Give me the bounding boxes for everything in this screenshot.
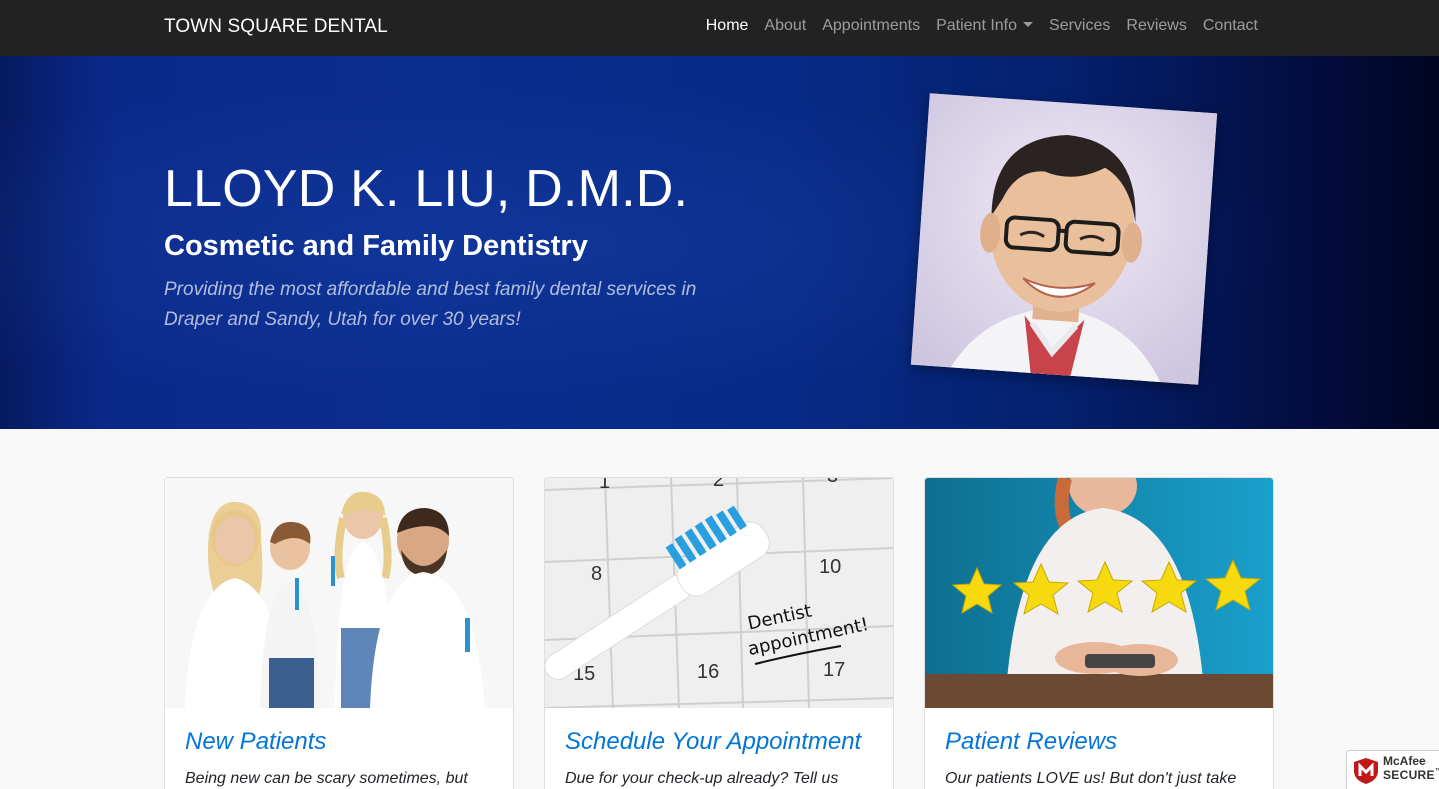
- calendar-day-17: 17: [823, 659, 845, 681]
- family-photo: [165, 478, 513, 708]
- five-star-rating-photo: [925, 478, 1273, 708]
- hero-title: LLOYD K. LIU, D.M.D.: [164, 160, 689, 218]
- calendar-day-2: 2: [713, 478, 724, 491]
- card-text-schedule-appointment: Due for your check-up already? Tell us: [565, 770, 839, 787]
- card-schedule-appointment: 1 2 3 8 10 15 16 17 D: [544, 477, 894, 789]
- dentist-portrait-photo: [910, 93, 1218, 385]
- five-star-illustration: [925, 478, 1273, 708]
- nav-appointments[interactable]: Appointments: [814, 17, 928, 35]
- mcafee-shield-icon: [1354, 758, 1378, 784]
- top-navbar: TOWN SQUARE DENTAL Home About Appointmen…: [0, 0, 1439, 56]
- caret-down-icon: [1023, 22, 1034, 27]
- calendar-day-10: 10: [819, 556, 841, 578]
- card-title-new-patients[interactable]: New Patients: [185, 728, 326, 756]
- nav-patient-info-label: Patient Info: [936, 17, 1018, 34]
- card-text-patient-reviews: Our patients LOVE us! But don't just tak…: [945, 770, 1237, 787]
- mcafee-secure-text: SECURE™: [1383, 768, 1439, 782]
- mcafee-secure-badge[interactable]: McAfee SECURE™: [1346, 750, 1439, 789]
- card-patient-reviews: Patient Reviews Our patients LOVE us! Bu…: [924, 477, 1274, 789]
- hero-tagline: Providing the most affordable and best f…: [164, 279, 697, 330]
- hero-banner: LLOYD K. LIU, D.M.D. Cosmetic and Family…: [0, 56, 1439, 429]
- calendar-day-3: 3: [827, 478, 838, 487]
- card-text-new-patients: Being new can be scary sometimes, but: [185, 770, 468, 787]
- card-title-schedule-appointment[interactable]: Schedule Your Appointment: [565, 728, 861, 756]
- calendar-day-16: 16: [697, 661, 719, 683]
- nav-contact[interactable]: Contact: [1195, 17, 1266, 35]
- mcafee-brand-text: McAfee: [1383, 754, 1426, 768]
- nav-home[interactable]: Home: [698, 17, 757, 35]
- nav-reviews[interactable]: Reviews: [1118, 17, 1194, 35]
- mcafee-tm-mark: ™: [1434, 768, 1439, 775]
- nav-links: Home About Appointments Patient Info Ser…: [698, 17, 1266, 35]
- card-title-patient-reviews[interactable]: Patient Reviews: [945, 728, 1117, 756]
- calendar-toothbrush-photo: 1 2 3 8 10 15 16 17 D: [545, 478, 893, 708]
- nav-services[interactable]: Services: [1041, 17, 1118, 35]
- family-illustration: [165, 478, 513, 708]
- nav-patient-info-dropdown[interactable]: Patient Info: [928, 17, 1041, 35]
- calendar-day-1: 1: [599, 478, 610, 493]
- hero-subtitle: Cosmetic and Family Dentistry: [164, 230, 588, 262]
- mcafee-secure-label: SECURE: [1383, 768, 1435, 782]
- nav-about[interactable]: About: [756, 17, 814, 35]
- card-new-patients: New Patients Being new can be scary some…: [164, 477, 514, 789]
- brand-logo-text[interactable]: TOWN SQUARE DENTAL: [164, 16, 388, 38]
- calendar-illustration: 1 2 3 8 10 15 16 17 D: [545, 478, 893, 708]
- calendar-day-8: 8: [591, 563, 602, 585]
- dentist-portrait-illustration: [910, 93, 1218, 385]
